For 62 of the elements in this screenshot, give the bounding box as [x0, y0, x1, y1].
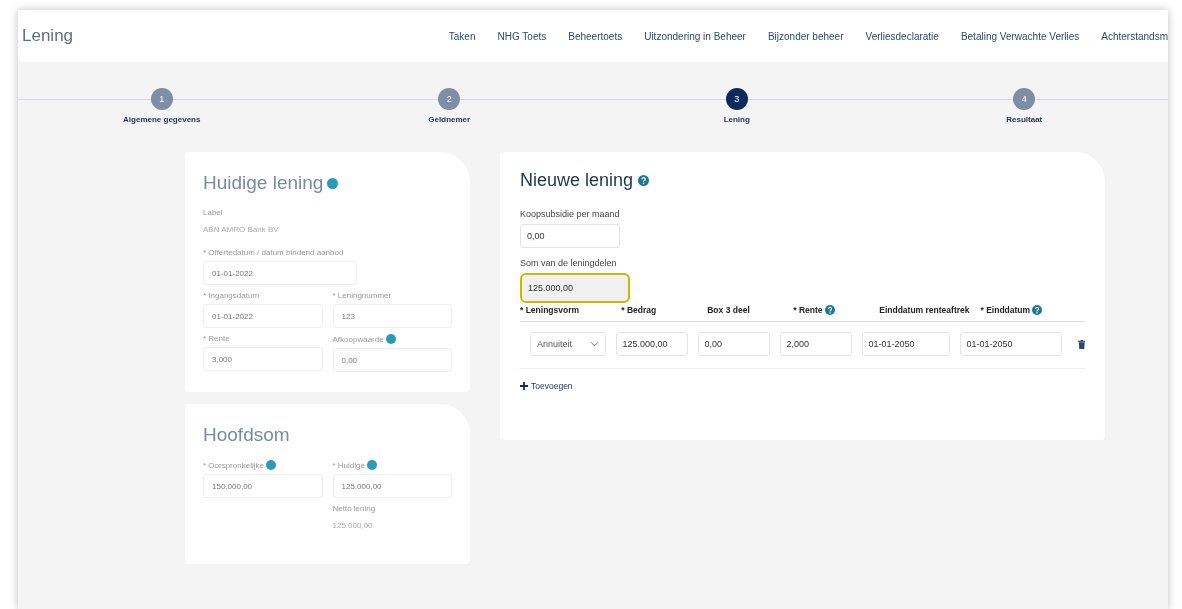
input-field[interactable]: 125.000,00: [332, 474, 452, 498]
nav-link[interactable]: Verliesdeclaratie: [865, 30, 939, 42]
input-field[interactable]: 01-01-2050: [959, 332, 1062, 356]
field-label: Koopsubsidie per maand: [520, 209, 621, 219]
column-header: Box 3 deel: [707, 305, 750, 315]
input-field[interactable]: 0,00: [697, 332, 770, 356]
column-header: * Rente: [793, 305, 823, 315]
column-header: Einddatum renteaftrek: [879, 305, 970, 315]
help-icon[interactable]: [824, 305, 835, 315]
help-icon[interactable]: [366, 460, 377, 470]
input-field[interactable]: 125.000,00: [520, 273, 630, 303]
input-field[interactable]: 01-01-2050: [861, 332, 950, 356]
nav-link[interactable]: Taken: [448, 30, 476, 42]
help-icon[interactable]: [265, 460, 276, 470]
column-header: * Einddatum: [980, 305, 1031, 315]
nav-link[interactable]: Beheertoets: [568, 30, 623, 42]
input-field[interactable]: 150.000,00: [203, 474, 323, 498]
field-label: * Rente: [203, 334, 230, 343]
chevron-down-icon: [589, 341, 599, 347]
help-icon[interactable]: [1032, 305, 1043, 315]
input-field[interactable]: 3,000: [203, 347, 323, 371]
loan-type-select[interactable]: Annuiteit: [530, 332, 606, 356]
input-field[interactable]: 0,00: [520, 224, 620, 248]
add-link[interactable]: Toevoegen: [520, 381, 573, 391]
field-label: Som van de leningdelen: [520, 258, 618, 268]
input-field[interactable]: 2,000: [779, 332, 852, 356]
nav-link[interactable]: Uitzondering in Beheer: [644, 30, 746, 42]
help-icon[interactable]: [327, 177, 339, 189]
nav-link[interactable]: NHG Toets: [497, 30, 547, 42]
field-label: * Offertedatum / datum bindend aanbod: [203, 248, 344, 257]
field-label: Afkoopwaarde: [332, 334, 384, 344]
nav-link[interactable]: Bijzonder beheer: [767, 30, 844, 42]
column-header: * Leningsvorm: [520, 305, 580, 315]
field-label: * Leningnummer: [332, 291, 392, 300]
help-icon[interactable]: [638, 175, 650, 186]
input-field[interactable]: 0,00: [332, 348, 452, 372]
field-label: * Ingangsdatum: [203, 291, 260, 300]
column-header: * Bedrag: [621, 305, 657, 315]
delete-icon[interactable]: [1077, 338, 1085, 350]
nav-link[interactable]: Achterstandsm: [1101, 30, 1168, 42]
lender-name: ABN AMRO Bank BV: [203, 225, 280, 234]
step-label: Lening: [723, 115, 750, 124]
nav-link[interactable]: Betaling Verwachte Verlies: [960, 30, 1080, 42]
step-number[interactable]: 3: [725, 88, 748, 110]
input-field[interactable]: 01-01-2022: [203, 304, 323, 328]
card-title: Hoofdsom: [203, 424, 290, 446]
field-label: * Huidige: [332, 460, 365, 470]
input-field[interactable]: 123: [332, 304, 452, 328]
app-title: Lening: [22, 26, 74, 46]
plus-icon: [520, 382, 528, 390]
card-title: Huidige lening: [203, 172, 324, 194]
input-field[interactable]: 01-01-2022: [203, 261, 357, 285]
field-label: Label: [203, 208, 224, 217]
input-field[interactable]: 125.000,00: [615, 332, 688, 356]
net-loan-value: 125.000,00: [332, 521, 374, 530]
field-label: * Oorspronkelijke: [203, 460, 264, 470]
step-label: Resultaat: [1006, 115, 1043, 124]
step-label: Geldnemer: [428, 115, 471, 124]
field-label: Netto lening: [332, 504, 377, 513]
step-label: Algemene gegevens: [123, 115, 201, 124]
card-title: Nieuwe lening: [520, 170, 634, 191]
help-icon[interactable]: [385, 334, 396, 344]
